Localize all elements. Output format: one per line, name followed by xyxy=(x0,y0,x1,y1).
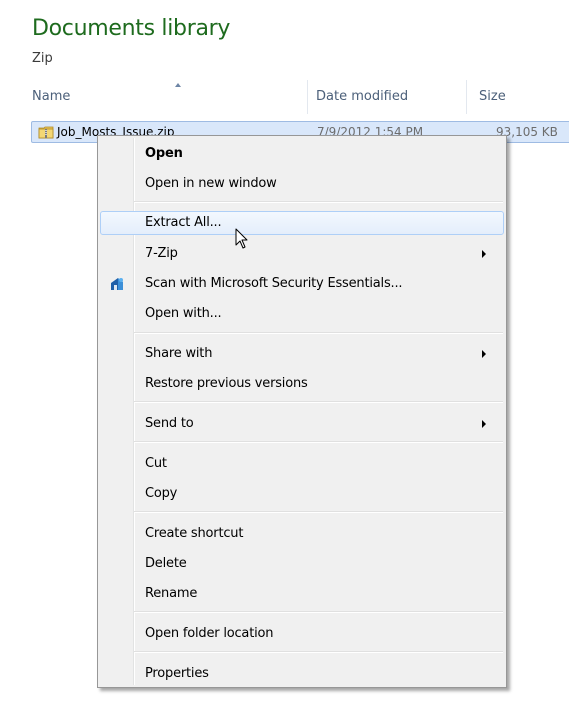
menu-item-rename[interactable]: Rename xyxy=(100,582,504,606)
submenu-arrow-icon xyxy=(482,350,486,358)
library-title: Documents library xyxy=(32,16,231,41)
menu-separator xyxy=(134,332,503,334)
menu-item-label: Extract All... xyxy=(145,215,222,230)
menu-separator xyxy=(134,441,503,443)
menu-separator xyxy=(134,651,503,653)
menu-item-delete[interactable]: Delete xyxy=(100,552,504,576)
menu-item-scan-with-mse[interactable]: Scan with Microsoft Security Essentials.… xyxy=(100,272,504,296)
menu-item-open[interactable]: Open xyxy=(100,142,504,166)
menu-item-copy[interactable]: Copy xyxy=(100,482,504,506)
menu-item-open-with[interactable]: Open with... xyxy=(100,302,504,326)
menu-item-open-folder-location[interactable]: Open folder location xyxy=(100,622,504,646)
submenu-arrow-icon xyxy=(482,420,486,428)
column-header-name[interactable]: Name xyxy=(32,89,70,104)
menu-item-label: Copy xyxy=(145,486,178,501)
library-subtitle: Zip xyxy=(32,51,53,66)
explorer-window: Documents library Zip Name Date modified… xyxy=(0,0,569,707)
menu-item-label: 7-Zip xyxy=(145,246,178,261)
menu-item-create-shortcut[interactable]: Create shortcut xyxy=(100,522,504,546)
column-header-size[interactable]: Size xyxy=(479,89,506,104)
menu-item-label: Send to xyxy=(145,416,194,431)
sort-ascending-icon xyxy=(175,83,181,87)
column-header-date-modified[interactable]: Date modified xyxy=(316,89,408,104)
menu-item-extract-all[interactable]: Extract All... xyxy=(100,211,504,235)
menu-item-restore-previous-versions[interactable]: Restore previous versions xyxy=(100,372,504,396)
menu-item-properties[interactable]: Properties xyxy=(100,662,504,686)
menu-item-label: Share with xyxy=(145,346,213,361)
menu-separator xyxy=(134,511,503,513)
menu-item-label: Open folder location xyxy=(145,626,274,641)
menu-item-share-with[interactable]: Share with xyxy=(100,342,504,366)
menu-item-label: Open in new window xyxy=(145,176,277,191)
menu-item-cut[interactable]: Cut xyxy=(100,452,504,476)
microsoft-security-essentials-icon xyxy=(111,278,123,290)
menu-item-label: Create shortcut xyxy=(145,526,244,541)
menu-item-label: Open with... xyxy=(145,306,222,321)
menu-item-label: Open xyxy=(145,146,183,161)
zip-folder-icon xyxy=(38,126,54,139)
menu-separator xyxy=(134,201,503,203)
submenu-arrow-icon xyxy=(482,250,486,258)
menu-item-send-to[interactable]: Send to xyxy=(100,412,504,436)
menu-item-label: Restore previous versions xyxy=(145,376,308,391)
menu-item-label: Delete xyxy=(145,556,187,571)
column-divider[interactable] xyxy=(466,80,467,114)
menu-item-open-in-new-window[interactable]: Open in new window xyxy=(100,172,504,196)
menu-separator xyxy=(134,401,503,403)
menu-separator xyxy=(134,611,503,613)
menu-item-label: Cut xyxy=(145,456,167,471)
menu-item-label: Properties xyxy=(145,666,209,681)
menu-item-label: Scan with Microsoft Security Essentials.… xyxy=(145,276,403,291)
menu-item-7-zip[interactable]: 7-Zip xyxy=(100,242,504,266)
context-menu: Open Open in new window Extract All... 7… xyxy=(97,135,507,688)
menu-item-label: Rename xyxy=(145,586,198,601)
column-divider[interactable] xyxy=(307,80,308,114)
